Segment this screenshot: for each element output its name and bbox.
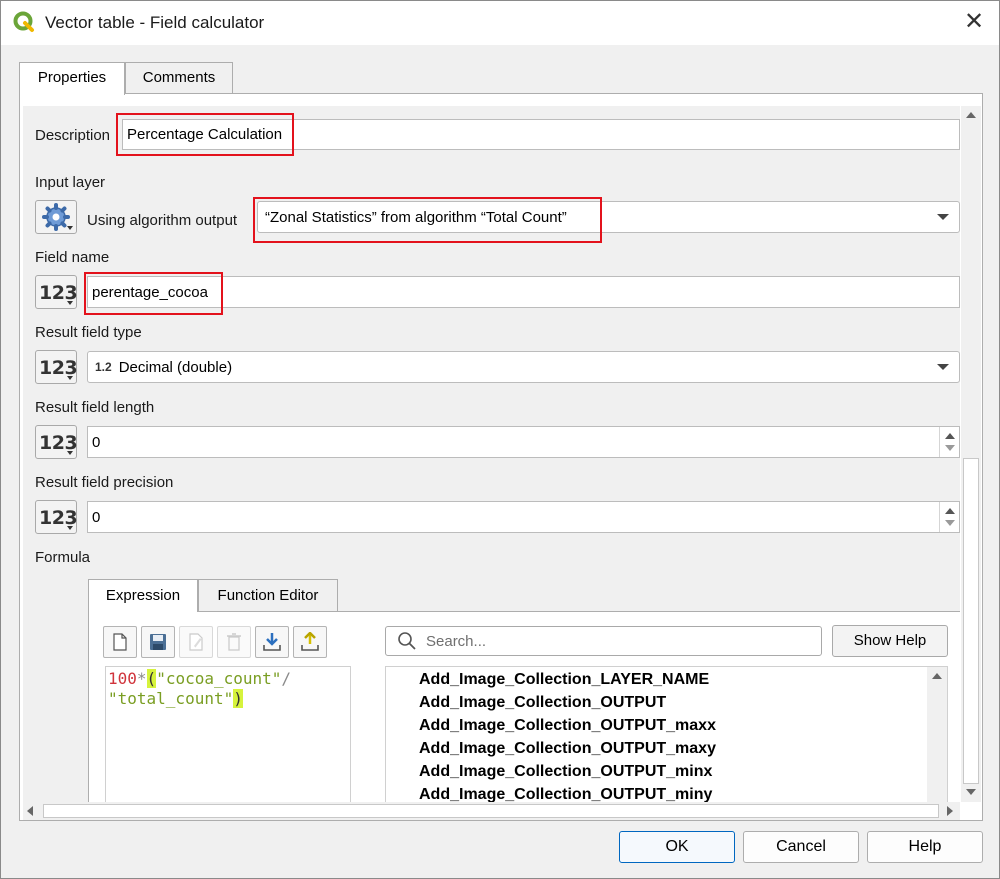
expression-editor[interactable]: 100*("cocoa_count"/ "total_count") <box>105 666 351 802</box>
search-icon <box>398 632 416 650</box>
description-input[interactable]: Percentage Calculation <box>122 119 960 150</box>
scroll-up-icon[interactable] <box>966 112 976 118</box>
scrollbar-thumb[interactable] <box>43 804 939 818</box>
description-value: Percentage Calculation <box>127 126 283 143</box>
dropdown-triangle-icon <box>67 376 73 380</box>
result-type-label: Result field type <box>35 324 142 341</box>
close-icon[interactable]: ✕ <box>957 7 991 39</box>
new-file-icon[interactable] <box>103 626 137 658</box>
result-precision-label: Result field precision <box>35 474 174 491</box>
result-length-label: Result field length <box>35 399 155 416</box>
list-item[interactable]: Add_Image_Collection_OUTPUT_miny <box>419 786 712 802</box>
expr-operator: * <box>136 669 147 688</box>
tab-function-editor[interactable]: Function Editor <box>198 579 338 611</box>
spin-arrows[interactable] <box>939 427 959 457</box>
list-item[interactable]: Add_Image_Collection_LAYER_NAME <box>419 671 709 689</box>
tab-expression[interactable]: Expression <box>88 579 198 612</box>
cancel-button[interactable]: Cancel <box>743 831 859 863</box>
export-icon[interactable] <box>293 626 327 658</box>
expr-field-cocoa: "cocoa_count" <box>156 669 282 688</box>
spin-down-icon[interactable] <box>945 445 955 451</box>
chevron-down-icon <box>937 214 949 220</box>
scroll-left-icon[interactable] <box>27 806 33 816</box>
dropdown-triangle-icon <box>67 301 73 305</box>
import-icon[interactable] <box>255 626 289 658</box>
window-title: Vector table - Field calculator <box>45 13 265 32</box>
scroll-up-icon[interactable] <box>932 673 942 679</box>
expr-open-paren: ( <box>146 669 157 688</box>
spin-up-icon[interactable] <box>945 433 955 439</box>
result-precision-value: 0 <box>92 508 101 526</box>
chevron-down-icon <box>937 364 949 370</box>
spin-arrows[interactable] <box>939 502 959 532</box>
field-name-data-defined-button[interactable]: 123 <box>35 275 78 309</box>
input-layer-mode: Using algorithm output <box>87 212 238 229</box>
list-item[interactable]: Add_Image_Collection_OUTPUT_maxy <box>419 740 716 758</box>
dropdown-triangle-icon <box>67 451 73 455</box>
expr-operator: / <box>281 669 292 688</box>
input-layer-combo[interactable]: “Zonal Statistics” from algorithm “Total… <box>257 201 960 233</box>
properties-panel: Description Percentage Calculation Input… <box>19 93 983 821</box>
list-scrollbar[interactable] <box>927 667 947 802</box>
result-type-value: Decimal (double) <box>118 358 233 376</box>
horizontal-scrollbar[interactable] <box>23 802 960 820</box>
dropdown-triangle-icon <box>67 226 73 230</box>
result-type-combo[interactable]: 1.2 Decimal (double) <box>87 351 960 383</box>
title-bar: Vector table - Field calculator ✕ <box>1 1 999 45</box>
function-list[interactable]: Add_Image_Collection_LAYER_NAME Add_Imag… <box>385 666 948 802</box>
qgis-logo-icon <box>13 11 34 32</box>
result-type-data-defined-button[interactable]: 123 <box>35 350 78 384</box>
expr-number: 100 <box>108 669 137 688</box>
field-calculator-dialog: Vector table - Field calculator ✕ Proper… <box>0 0 1000 879</box>
result-precision-spinbox[interactable]: 0 <box>87 501 960 533</box>
list-item[interactable]: Add_Image_Collection_OUTPUT <box>419 694 666 712</box>
scroll-right-icon[interactable] <box>947 806 953 816</box>
field-name-input[interactable]: perentage_cocoa <box>87 276 960 308</box>
list-item[interactable]: Add_Image_Collection_OUTPUT_minx <box>419 763 712 781</box>
algorithm-output-button[interactable] <box>35 200 77 234</box>
spin-down-icon[interactable] <box>945 520 955 526</box>
search-input[interactable]: Search... <box>385 626 822 656</box>
result-length-spinbox[interactable]: 0 <box>87 426 960 458</box>
delete-icon[interactable] <box>217 626 251 658</box>
formula-label: Formula <box>35 549 91 566</box>
spin-up-icon[interactable] <box>945 508 955 514</box>
search-placeholder: Search... <box>426 633 487 650</box>
help-button[interactable]: Help <box>867 831 983 863</box>
tab-comments[interactable]: Comments <box>125 62 233 94</box>
scrollbar-thumb[interactable] <box>963 458 979 784</box>
tab-properties[interactable]: Properties <box>19 62 125 95</box>
expression-panel: 100*("cocoa_count"/ "total_count") Searc… <box>88 611 960 802</box>
result-length-value: 0 <box>92 433 101 451</box>
scroll-content: Description Percentage Calculation Input… <box>23 106 960 802</box>
save-icon[interactable] <box>141 626 175 658</box>
scroll-down-icon[interactable] <box>966 789 976 795</box>
vertical-scrollbar[interactable] <box>961 106 981 802</box>
expr-close-paren: ) <box>233 689 243 708</box>
decimal-type-icon: 1.2 <box>95 360 112 374</box>
edit-icon[interactable] <box>179 626 213 658</box>
field-name-label: Field name <box>35 249 110 266</box>
result-length-data-defined-button[interactable]: 123 <box>35 425 78 459</box>
input-layer-label: Input layer <box>35 174 106 191</box>
list-item[interactable]: Add_Image_Collection_OUTPUT_maxx <box>419 717 716 735</box>
show-help-button[interactable]: Show Help <box>832 625 948 657</box>
result-precision-data-defined-button[interactable]: 123 <box>35 500 78 534</box>
input-layer-value: “Zonal Statistics” from algorithm “Total… <box>265 208 567 226</box>
dropdown-triangle-icon <box>67 526 73 530</box>
expr-field-total: "total_count" <box>108 689 234 708</box>
field-name-value: perentage_cocoa <box>92 283 208 301</box>
ok-button[interactable]: OK <box>619 831 735 863</box>
description-label: Description <box>35 127 111 144</box>
